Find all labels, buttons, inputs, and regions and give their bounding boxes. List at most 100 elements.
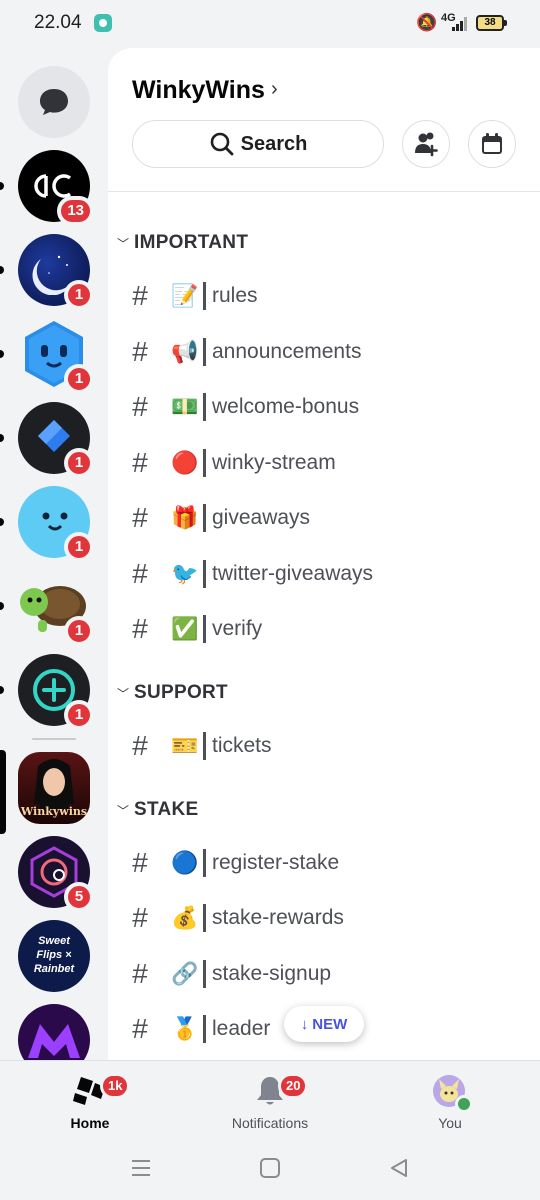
server-winkywins[interactable]: Winkywins	[18, 752, 90, 824]
chevron-right-icon[interactable]: ›	[271, 78, 278, 101]
unread-indicator	[0, 602, 4, 610]
arrow-down-icon: ↓	[300, 1015, 309, 1033]
selected-server-indicator	[0, 750, 6, 834]
nav-notifications-label: Notifications	[231, 1115, 309, 1131]
chevron-down-icon: ﹀	[116, 686, 129, 701]
channel-emoji: 🥇	[171, 1016, 199, 1042]
system-navigation-bar	[0, 1140, 540, 1200]
hashtag-icon: #	[132, 613, 148, 644]
server-ac[interactable]: 13	[18, 150, 94, 226]
category-label: IMPORTANT	[134, 232, 249, 253]
home-system-icon[interactable]	[259, 1157, 281, 1179]
winkywins-logo-text: Winkywins	[20, 805, 88, 818]
separator-bar	[203, 615, 206, 643]
events-button[interactable]	[468, 120, 516, 168]
hashtag-icon: #	[132, 447, 148, 478]
channel-welcome-bonus[interactable]: # 💵 welcome-bonus	[124, 385, 524, 429]
header-divider	[108, 191, 540, 192]
server-purple-m[interactable]	[18, 1004, 90, 1060]
mention-badge: 13	[57, 196, 94, 226]
server-moon[interactable]: 1	[18, 234, 94, 310]
search-label: Search	[240, 132, 308, 155]
server-blue-hex[interactable]: 1	[18, 318, 94, 394]
channel-announcements[interactable]: # 📢 announcements	[124, 330, 524, 374]
category-important[interactable]: ﹀ IMPORTANT	[114, 228, 248, 258]
channel-stake-rewards[interactable]: # 💰 stake-rewards	[124, 896, 524, 940]
battery-icon: 38	[476, 15, 507, 31]
online-status-dot	[455, 1095, 473, 1113]
channel-register-stake[interactable]: # 🔵 register-stake	[124, 841, 524, 885]
channel-emoji: 🐦	[171, 561, 199, 587]
hashtag-icon: #	[132, 391, 148, 422]
channel-twitter-giveaways[interactable]: # 🐦 twitter-giveaways	[124, 552, 524, 596]
back-icon[interactable]	[388, 1157, 410, 1179]
search-button[interactable]: Search	[132, 120, 384, 168]
separator-bar	[203, 849, 206, 877]
unread-indicator	[0, 686, 4, 694]
channel-name: stake-signup	[212, 962, 332, 985]
channel-emoji: ✅	[171, 616, 199, 642]
unread-indicator	[0, 182, 4, 190]
mention-badge: 1	[64, 616, 94, 646]
separator-bar	[203, 560, 206, 588]
new-messages-button[interactable]: ↓ NEW	[284, 1006, 364, 1042]
nav-you-label: You	[438, 1115, 462, 1131]
separator-bar	[203, 960, 206, 988]
status-time: 22.04	[34, 12, 82, 33]
sweetflips-logo-text: Sweet Flips × Rainbet	[33, 935, 75, 975]
category-stake[interactable]: ﹀ STAKE	[114, 795, 198, 825]
channel-emoji: 💰	[171, 905, 199, 931]
server-name[interactable]: WinkyWins	[132, 76, 265, 105]
channel-rules[interactable]: # 📝 rules	[124, 274, 524, 318]
avatar	[433, 1075, 473, 1113]
nav-you[interactable]: You	[380, 1075, 520, 1131]
server-sweetflips-rainbet[interactable]: Sweet Flips × Rainbet	[18, 920, 90, 992]
server-turtle[interactable]: 1	[18, 570, 94, 646]
server-smiley[interactable]: 1	[18, 486, 94, 562]
unread-indicator	[0, 518, 4, 526]
channel-name: tickets	[212, 734, 272, 757]
separator-bar	[203, 338, 206, 366]
direct-messages-button[interactable]	[18, 66, 90, 138]
invite-members-button[interactable]	[402, 120, 450, 168]
signal-icon	[452, 17, 467, 31]
recent-apps-icon[interactable]	[130, 1158, 152, 1178]
nav-notifications[interactable]: 20 Notifications	[200, 1073, 340, 1131]
separator-bar	[203, 393, 206, 421]
channel-name: welcome-bonus	[212, 395, 360, 418]
home-badge: 1k	[100, 1073, 131, 1099]
channel-name: register-stake	[212, 851, 340, 874]
nav-home-label: Home	[70, 1115, 110, 1131]
channel-stake-signup[interactable]: # 🔗 stake-signup	[124, 952, 524, 996]
category-label: STAKE	[134, 799, 199, 820]
nav-home[interactable]: 1k Home	[20, 1073, 160, 1131]
server-diamond[interactable]: 1	[18, 402, 94, 478]
server-add-circle[interactable]: 1	[18, 654, 94, 730]
mention-badge: 1	[64, 364, 94, 394]
channel-name: leader	[212, 1017, 271, 1040]
hashtag-icon: #	[132, 336, 148, 367]
purple-m-logo-icon	[28, 1024, 80, 1058]
mention-badge: 1	[64, 448, 94, 478]
calendar-icon	[482, 133, 502, 154]
hashtag-icon: #	[132, 902, 148, 933]
category-support[interactable]: ﹀ SUPPORT	[114, 678, 228, 708]
channel-name: stake-rewards	[212, 906, 344, 929]
channel-emoji: 🎁	[171, 505, 199, 531]
chat-bubble-icon	[40, 89, 68, 115]
hashtag-icon: #	[132, 280, 148, 311]
unread-indicator	[0, 350, 4, 358]
channel-emoji: 🔴	[171, 450, 199, 476]
channel-giveaways[interactable]: # 🎁 giveaways	[124, 496, 524, 540]
bottom-navigation: 1k Home 20 Notifications You	[0, 1060, 540, 1140]
channel-name: verify	[212, 617, 263, 640]
channel-verify[interactable]: # ✅ verify	[124, 607, 524, 651]
hashtag-icon: #	[132, 730, 148, 761]
channel-tickets[interactable]: # 🎫 tickets	[124, 724, 524, 768]
separator-bar	[203, 732, 206, 760]
chevron-down-icon: ﹀	[116, 236, 129, 251]
server-link[interactable]: 5	[18, 836, 94, 912]
channel-winky-stream[interactable]: # 🔴 winky-stream	[124, 441, 524, 485]
notifications-badge: 20	[278, 1073, 309, 1099]
server-rail: 13 1 1 1 1 1 1 Winkywins 5 Sweet Flips ×…	[0, 48, 108, 1060]
